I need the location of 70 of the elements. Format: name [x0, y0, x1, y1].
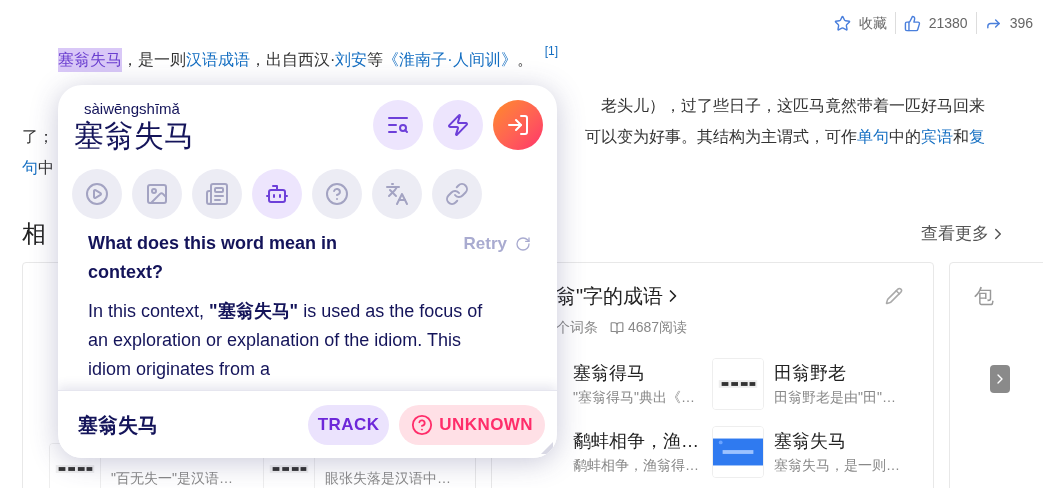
- item-title: 塞翁失马: [774, 430, 847, 453]
- card-title[interactable]: 翁"字的成语: [556, 281, 684, 311]
- footer-word: 塞翁失马: [78, 412, 158, 438]
- card-title[interactable]: 包: [974, 285, 994, 307]
- image-icon: [145, 182, 169, 206]
- item-description: 田翁野老是由"田"…: [774, 388, 896, 407]
- section-heading: 相: [22, 219, 46, 249]
- idiom-item[interactable]: 塞翁得马 "塞翁得马"典出《…: [556, 358, 712, 410]
- link[interactable]: 宾语: [921, 124, 953, 149]
- link[interactable]: 《淮南子·人间训》: [383, 47, 517, 72]
- read-count: 4687阅读: [628, 318, 688, 337]
- item-description: "百无失一"是汉语…: [111, 469, 233, 488]
- reference-link[interactable]: [1]: [544, 42, 558, 60]
- open-button[interactable]: [493, 100, 543, 150]
- link[interactable]: 单句: [857, 124, 889, 149]
- question-icon: [325, 182, 349, 206]
- paragraph-text: 老头儿），过了些日子，这匹马竟然带着一匹好马回来: [601, 95, 985, 116]
- question-heading: What does this word mean in context?: [88, 232, 339, 284]
- pinyin: sàiwēngshīmǎ: [83, 100, 181, 118]
- translate-icon: [385, 182, 409, 206]
- paragraph-text: 中的: [889, 126, 921, 147]
- login-icon: [506, 113, 530, 137]
- idiom-item[interactable]: 田翁野老 田翁野老是由"田"…: [712, 358, 903, 410]
- star-icon: [833, 14, 851, 32]
- track-button[interactable]: TRACK: [307, 404, 390, 445]
- paragraph-text: 了；: [22, 126, 54, 147]
- book-icon: [610, 320, 624, 335]
- share-button[interactable]: 396: [984, 12, 1033, 34]
- tool-tab[interactable]: [252, 169, 302, 219]
- link[interactable]: 汉语成语: [186, 47, 250, 72]
- view-more-link[interactable]: 查看更多: [921, 221, 1007, 247]
- paragraph-text: 可以变为好事。其结构为主谓式，可作: [585, 126, 857, 147]
- paragraph-text: 中: [38, 157, 54, 178]
- bolt-icon: [446, 113, 470, 137]
- entry-count: 个词条: [556, 318, 598, 337]
- idiom-item[interactable]: 鹬蚌相争，渔… 鹬蚌相争，渔翁得…: [556, 426, 712, 478]
- answer-text: In this context, "塞翁失马" is used as the focus of an exploration or explanation of the idiom. This idiom originates from a: [87, 300, 484, 381]
- next-button[interactable]: [990, 365, 1010, 393]
- status-button[interactable]: UNKNOWN: [399, 404, 545, 445]
- quick-button[interactable]: [433, 100, 483, 150]
- play-icon: [85, 182, 109, 206]
- item-title: 塞翁得马: [573, 362, 646, 385]
- item-description: 眼张失落是汉语中…: [324, 469, 451, 488]
- paragraph-text: ，是一则: [122, 49, 186, 70]
- article-icon: [205, 182, 229, 206]
- question-icon: [411, 413, 434, 436]
- link[interactable]: 句: [22, 155, 38, 180]
- item-title: 田翁野老: [774, 362, 847, 385]
- word-title: 塞翁失马: [74, 118, 194, 154]
- refresh-icon: [515, 235, 531, 252]
- paragraph-text: ，出自西汉·: [250, 49, 336, 70]
- paragraph-text: 。: [516, 49, 533, 70]
- thumbs-up-icon: [903, 14, 921, 32]
- paragraph-text: 等: [367, 49, 384, 70]
- item-title: 鹬蚌相争，渔…: [573, 430, 699, 453]
- link[interactable]: 刘安: [335, 47, 368, 72]
- edit-icon[interactable]: [885, 287, 903, 305]
- robot-icon: [265, 182, 289, 206]
- item-description: 塞翁失马，是一则…: [774, 456, 900, 475]
- resize-handle-icon: [541, 442, 553, 454]
- highlighted-word: 塞翁失马: [58, 47, 122, 72]
- like-button[interactable]: 21380: [903, 12, 968, 34]
- item-description: 鹬蚌相争，渔翁得…: [573, 456, 699, 475]
- link[interactable]: 复: [969, 124, 985, 149]
- item-description: "塞翁得马"典出《…: [573, 388, 695, 407]
- idiom-item[interactable]: 塞翁失马 塞翁失马，是一则…: [712, 426, 903, 478]
- link-icon: [445, 182, 469, 206]
- favorite-button[interactable]: 收藏: [833, 12, 887, 34]
- paragraph-text: 和: [953, 126, 969, 147]
- lookup-button[interactable]: [373, 100, 423, 150]
